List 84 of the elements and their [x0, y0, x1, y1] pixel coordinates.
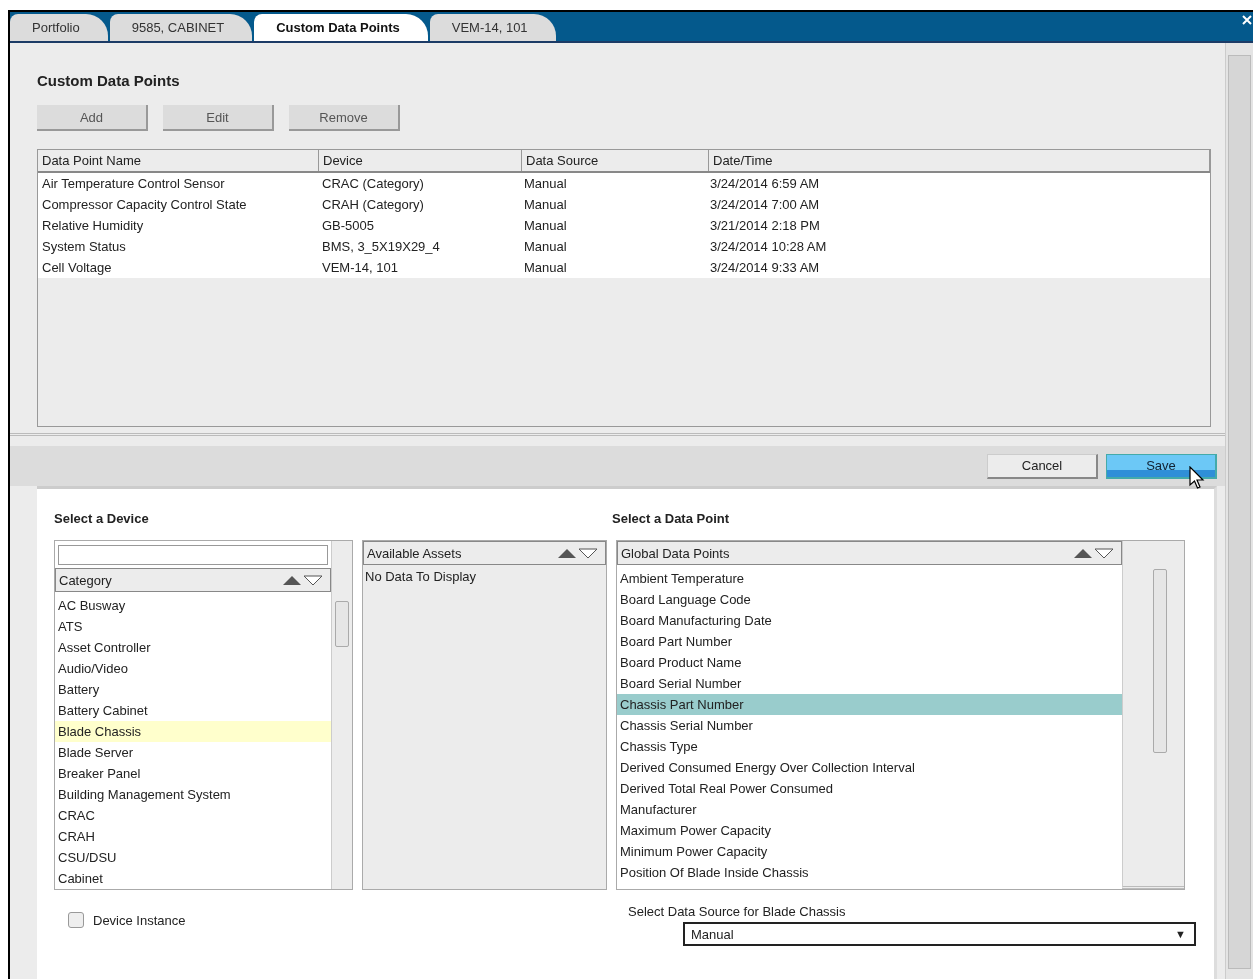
sort-icon[interactable] [1073, 547, 1115, 559]
list-item[interactable]: Blade Server [55, 742, 331, 763]
list-item[interactable]: Board Language Code [617, 589, 1122, 610]
column-header[interactable]: Data Source [522, 150, 709, 171]
page-title: Custom Data Points [37, 72, 181, 89]
action-button[interactable]: Cancel [987, 453, 1098, 479]
list-item[interactable]: CRAH [55, 826, 331, 847]
list-item[interactable]: Derived Total Real Power Consumed [617, 778, 1122, 799]
list-header[interactable]: Available Assets [363, 541, 606, 565]
list-item[interactable]: Building Management System [55, 784, 331, 805]
table-cell-text: 3/24/2014 10:28 AM [709, 238, 828, 256]
toolbar-button[interactable]: Edit [163, 105, 274, 131]
checkbox-label: Device Instance [93, 912, 186, 928]
list-item[interactable]: CRAC [55, 805, 331, 826]
column-header[interactable]: Device [319, 150, 522, 171]
list-item[interactable]: Board Product Name [617, 652, 1122, 673]
list-item[interactable]: AC Busway [55, 595, 331, 616]
list-item[interactable]: Asset Controller [55, 637, 331, 658]
list-item[interactable]: Battery [55, 679, 331, 700]
table-cell-text: 3/24/2014 7:00 AM [709, 196, 821, 214]
list-item[interactable]: Battery Cabinet [55, 700, 331, 721]
action-button[interactable]: Save [1106, 453, 1217, 479]
list-item[interactable]: Breaker Panel [55, 763, 331, 784]
tab[interactable]: VEM-14, 101 [429, 14, 556, 41]
table-cell-text: Manual [523, 196, 568, 214]
header-label: Global Data Points [621, 545, 730, 561]
section-heading: Select a Data Point [612, 511, 731, 526]
list-item[interactable]: Maximum Power Capacity [617, 820, 1122, 841]
header-label: Category [59, 572, 112, 588]
list-item[interactable]: Board Manufacturing Date [617, 610, 1122, 631]
close-icon[interactable] [1240, 12, 1253, 28]
column-header[interactable]: Date/Time [709, 150, 1210, 171]
list-item[interactable]: ATS [55, 616, 331, 637]
data-source-dropdown[interactable]: Manual ▼ [683, 922, 1196, 946]
table-cell-text: Cell Voltage [41, 259, 113, 277]
sort-icon[interactable] [282, 574, 324, 586]
table-cell-text: System Status [41, 238, 127, 256]
list-item[interactable]: Minimum Power Capacity [617, 841, 1122, 862]
table-cell-text: BMS, 3_5X19X29_4 [321, 238, 441, 256]
list-item[interactable]: Derived Consumed Energy Over Collection Interval [617, 757, 1122, 778]
list-item[interactable]: Board Serial Number [617, 673, 1122, 694]
list-item[interactable]: Manufacturer [617, 799, 1122, 820]
list-header[interactable]: Global Data Points [617, 541, 1122, 565]
table-cell-text: 3/21/2014 2:18 PM [709, 217, 821, 235]
list-item[interactable]: Blade Chassis [55, 721, 331, 742]
scrollbar-thumb[interactable] [1153, 569, 1167, 753]
list-item[interactable]: CSU/DSU [55, 847, 331, 868]
tab[interactable]: 9585, CABINET [109, 14, 253, 41]
table-cell-text: 3/24/2014 6:59 AM [709, 175, 821, 193]
list-item[interactable]: Board Part Number [617, 631, 1122, 652]
list-item[interactable]: Cabinet [55, 868, 331, 889]
list-item[interactable]: Audio/Video [55, 658, 331, 679]
table-cell-text: CRAC (Category) [321, 175, 425, 193]
table-cell-text: Manual [523, 238, 568, 256]
table-cell-text: VEM-14, 101 [321, 259, 399, 277]
table-cell-text: 3/24/2014 9:33 AM [709, 259, 821, 277]
table-cell-text: Manual [523, 175, 568, 193]
list-item[interactable]: Chassis Part Number [617, 694, 1122, 715]
list-item[interactable]: Chassis Type [617, 736, 1122, 757]
tab[interactable]: Portfolio [10, 14, 108, 41]
field-label: Select Data Source for Blade Chassis [628, 904, 847, 919]
checkbox[interactable] [68, 912, 84, 928]
section-heading: Select a Device [54, 511, 150, 526]
header-label: Available Assets [367, 545, 462, 561]
toolbar-button[interactable]: Remove [289, 105, 400, 131]
table-cell-text: CRAH (Category) [321, 196, 425, 214]
table-cell-text: Compressor Capacity Control State [41, 196, 248, 214]
table-cell-text: GB-5005 [321, 217, 376, 235]
search-field[interactable] [58, 545, 328, 565]
column-header[interactable]: Data Point Name [38, 150, 319, 171]
list-item[interactable]: Ambient Temperature [617, 568, 1122, 589]
sort-icon[interactable] [557, 547, 599, 559]
tab[interactable]: Custom Data Points [254, 14, 428, 41]
list-header[interactable]: Category [55, 568, 331, 592]
scrollbar-track[interactable] [1228, 55, 1251, 969]
list-item[interactable]: Position Of Blade Inside Chassis [617, 862, 1122, 883]
table-cell-text: Manual [523, 217, 568, 235]
table-cell-text: Relative Humidity [41, 217, 145, 235]
toolbar-button[interactable]: Add [37, 105, 148, 131]
scrollbar-thumb[interactable] [335, 601, 349, 647]
list-item[interactable]: Chassis Serial Number [617, 715, 1122, 736]
table-cell-text: Manual [523, 259, 568, 277]
empty-message: No Data To Display [364, 568, 478, 586]
table-cell-text: Air Temperature Control Sensor [41, 175, 226, 193]
